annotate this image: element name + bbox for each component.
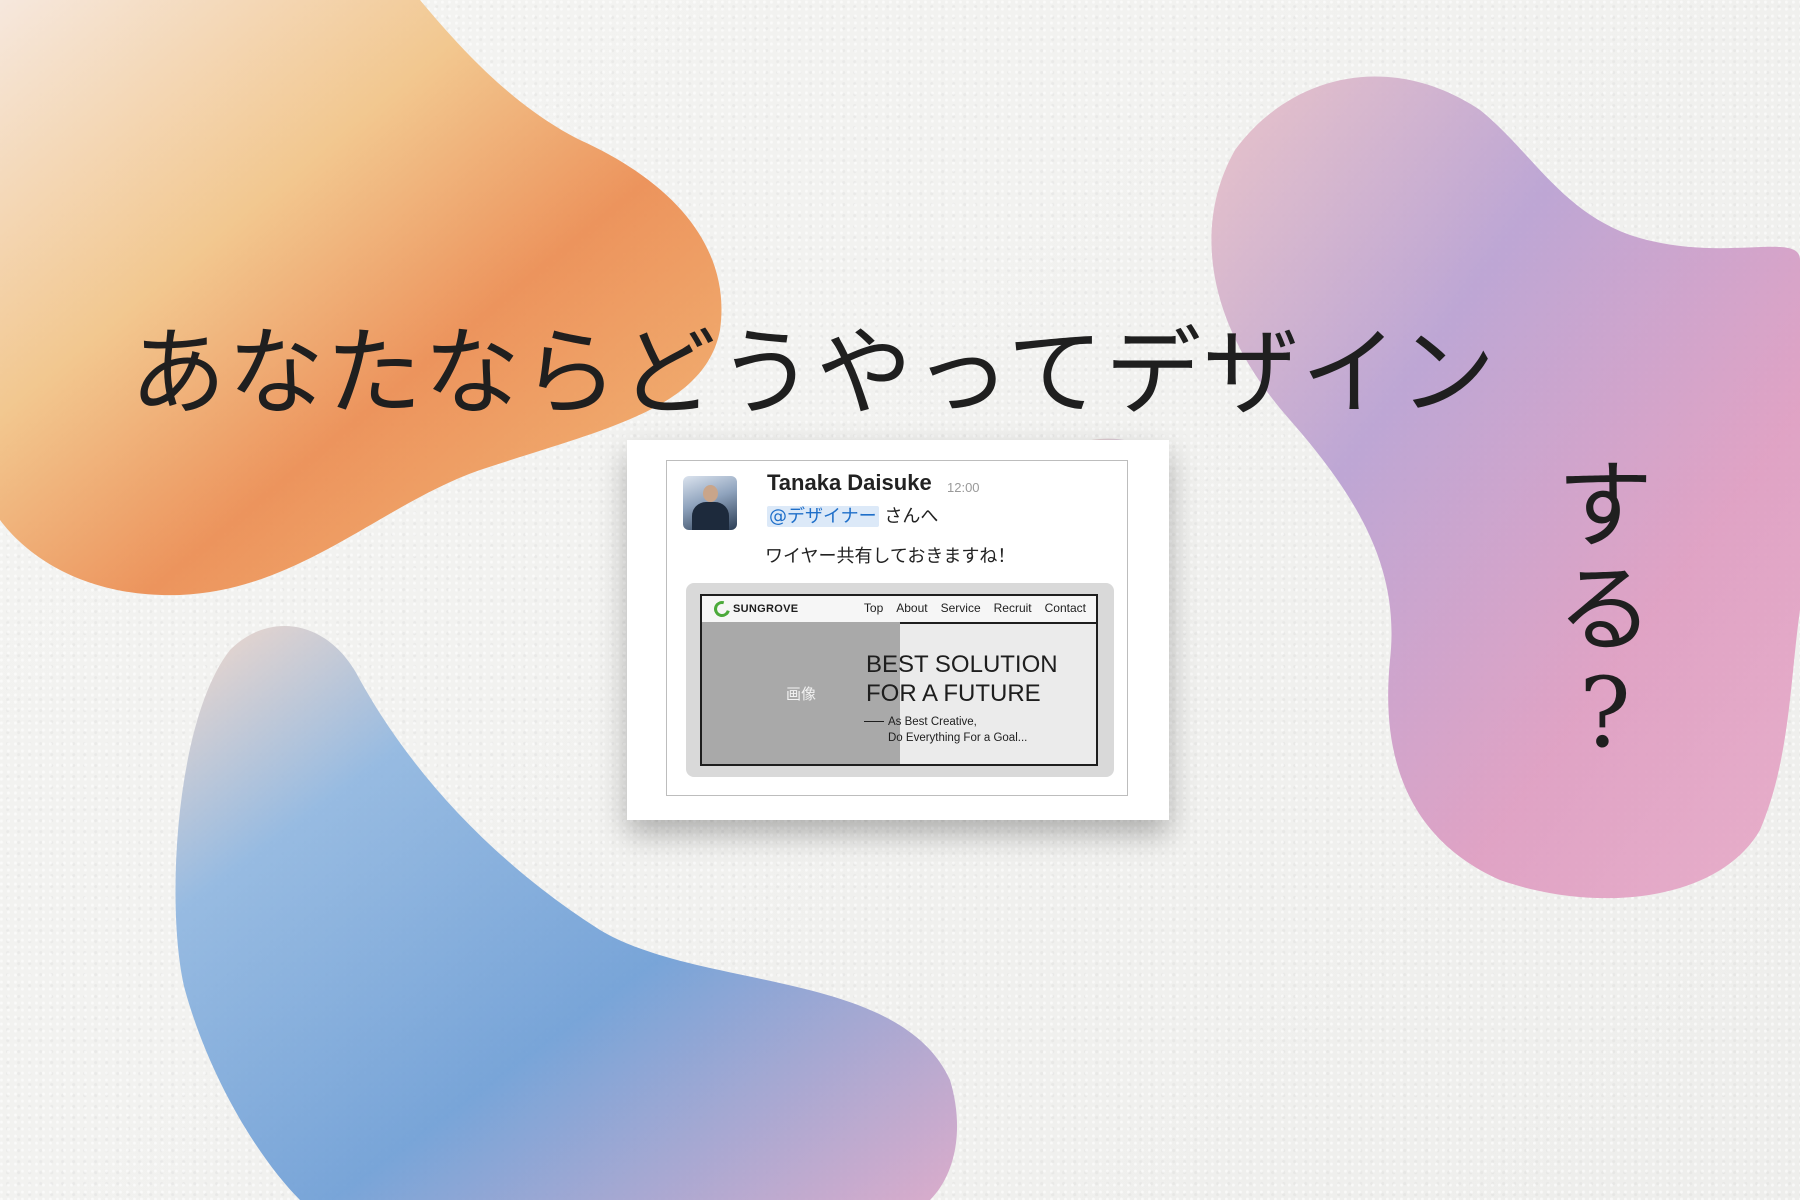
hero-title-line: FOR A FUTURE <box>866 680 1041 707</box>
logo-text: SUNGROVE <box>733 603 799 615</box>
sender-name[interactable]: Tanaka Daisuke <box>767 470 932 496</box>
headline-question-mark: ? <box>1579 657 1631 770</box>
orange-blob <box>0 0 722 596</box>
mention-suffix: さんへ <box>878 506 939 527</box>
hero-title-line: BEST SOLUTION <box>866 651 1058 678</box>
hero-subtitle: As Best Creative, Do Everything For a Go… <box>888 714 1027 746</box>
message-timestamp: 12:00 <box>947 480 980 495</box>
pink-blob <box>1211 76 1800 899</box>
nav-item-about: About <box>896 601 928 615</box>
nav-item-contact: Contact <box>1044 601 1086 615</box>
chat-message-card: Tanaka Daisuke 12:00 @デザイナー さんへ ワイヤー共有して… <box>627 440 1169 820</box>
nav-item-recruit: Recruit <box>993 601 1032 615</box>
hero-sub-dash <box>864 721 884 722</box>
sungrove-logo: SUNGROVE <box>711 598 799 620</box>
headline-vertical: す る ? <box>1550 450 1660 770</box>
nav-item-service: Service <box>940 601 981 615</box>
image-placeholder-label: 画像 <box>785 684 816 703</box>
nav-item-top: Top <box>863 601 884 615</box>
hero-sub-line: Do Everything For a Goal... <box>888 732 1028 744</box>
attachment-preview[interactable]: SUNGROVE Top About Service Recruit Conta… <box>686 583 1114 777</box>
headline-horizontal: あなたならどうやってデザイン <box>130 317 1498 429</box>
wireframe-image: SUNGROVE Top About Service Recruit Conta… <box>700 594 1098 766</box>
message-text: ワイヤー共有しておきますね！ <box>765 546 1016 567</box>
mention-line: @デザイナー さんへ <box>767 502 938 528</box>
mention-tag[interactable]: @デザイナー <box>767 506 879 527</box>
leaf-icon <box>711 598 733 620</box>
wireframe-nav: SUNGROVE Top About Service Recruit Conta… <box>702 596 1096 624</box>
headline-char: る <box>1557 553 1653 666</box>
hero-sub-line: As Best Creative, <box>888 716 977 728</box>
wireframe-nav-links: Top About Service Recruit Contact <box>864 601 1086 615</box>
headline-char: す <box>1557 450 1653 562</box>
avatar[interactable] <box>683 476 737 530</box>
hero-title: BEST SOLUTION FOR A FUTURE <box>866 650 1058 708</box>
